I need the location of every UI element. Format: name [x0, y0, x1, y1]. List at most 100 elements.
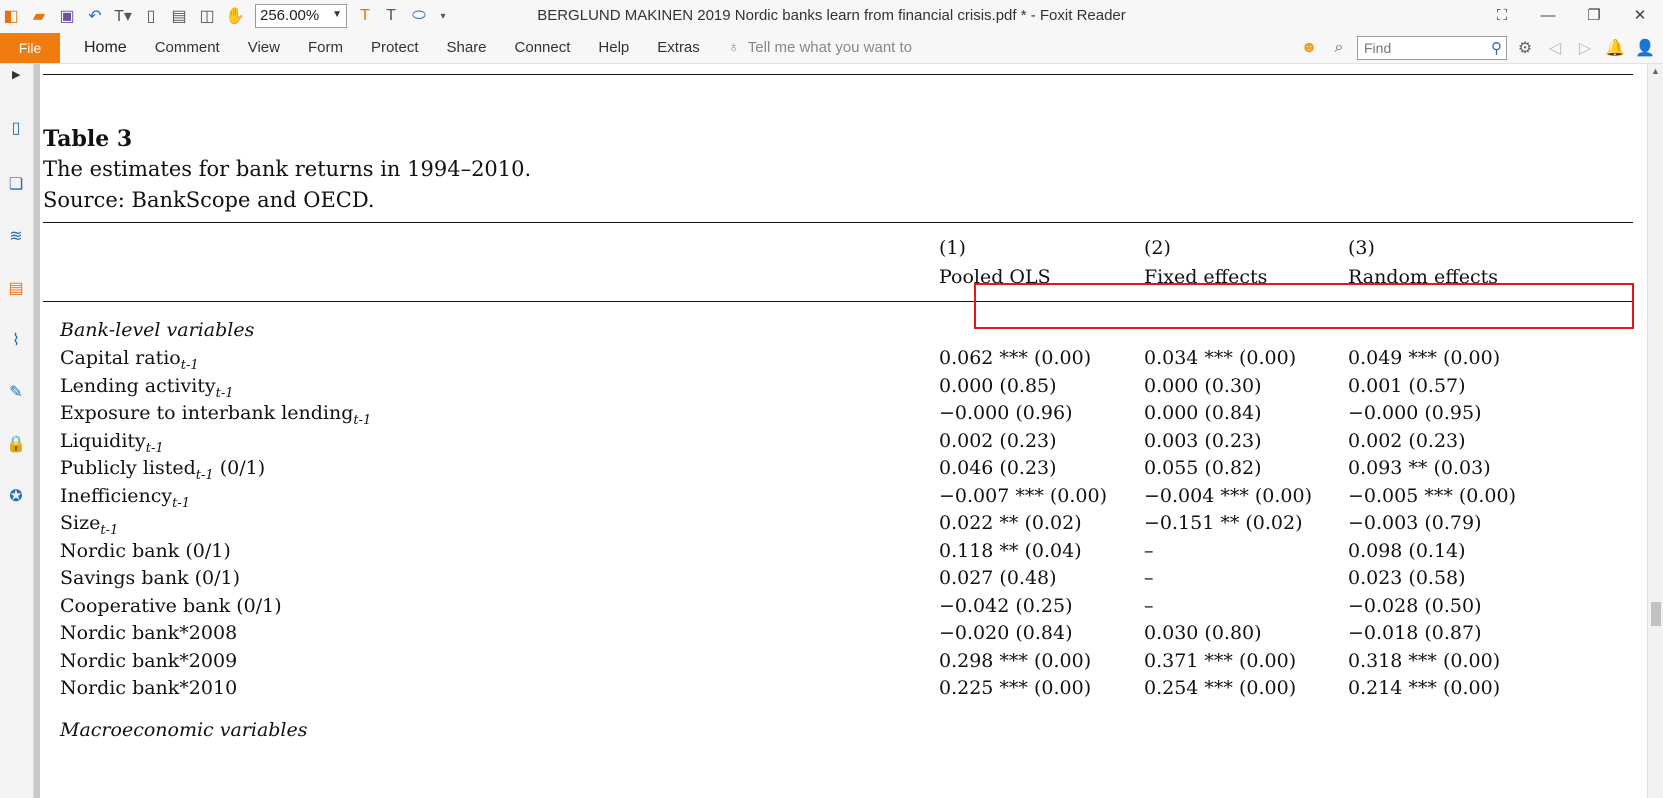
- window-title: BERGLUND MAKINEN 2019 Nordic banks learn…: [537, 7, 1126, 24]
- cell-column-3: 0.002 (0.23): [1348, 429, 1466, 452]
- next-icon[interactable]: ▷: [1573, 36, 1597, 60]
- save-icon[interactable]: ▣: [56, 5, 78, 27]
- find-options-icon[interactable]: ⌕: [1327, 36, 1351, 60]
- facing-pages-icon[interactable]: ◫: [196, 5, 218, 27]
- comments-icon[interactable]: ▤: [4, 276, 28, 300]
- bell-icon[interactable]: 🔔: [1603, 36, 1627, 60]
- cell-column-3: 0.023 (0.58): [1348, 567, 1466, 589]
- highlight-annotation-box[interactable]: [974, 283, 1634, 329]
- minimize-icon[interactable]: —: [1525, 0, 1571, 30]
- smiley-feedback-icon[interactable]: ☻: [1297, 36, 1321, 60]
- tab-home[interactable]: Home: [70, 33, 141, 63]
- typewriter-icon[interactable]: T: [354, 5, 376, 27]
- row-label: Publicly listedt-1 (0/1): [60, 457, 265, 483]
- document-page: Table 3 The estimates for bank returns i…: [40, 64, 1647, 798]
- top-rule: [43, 74, 1633, 75]
- cell-column-3: 0.093 ** (0.03): [1348, 457, 1491, 479]
- single-page-icon[interactable]: ▯: [140, 5, 162, 27]
- zoom-value: 256.00%: [260, 7, 320, 24]
- row-label-text: Lending activity: [60, 374, 216, 397]
- ribbon-display-icon[interactable]: ⛶: [1479, 0, 1525, 30]
- section-bank-level: Bank-level variables: [60, 319, 255, 341]
- tab-help[interactable]: Help: [584, 33, 643, 63]
- cell-column-2: 0.371 *** (0.00): [1144, 649, 1297, 672]
- column-3-number: (3): [1348, 237, 1375, 259]
- row-label: Inefficiencyt-1: [60, 485, 190, 511]
- row-label-text: Cooperative bank (0/1): [60, 594, 282, 617]
- cell-column-3: 0.001 (0.57): [1348, 374, 1466, 397]
- column-1-number: (1): [939, 237, 966, 259]
- cell-column-2: 0.055 (0.82): [1144, 457, 1262, 479]
- scroll-up-icon[interactable]: ▲: [1651, 66, 1660, 76]
- row-label: Nordic bank*2010: [60, 677, 237, 699]
- row-label: Nordic bank (0/1): [60, 540, 231, 562]
- table-row: Inefficiencyt-1 −0.007 *** (0.00) −0.004 *…: [60, 485, 1630, 513]
- select-text-icon[interactable]: T▾: [112, 5, 134, 27]
- restore-icon[interactable]: ❐: [1571, 0, 1617, 30]
- undo-icon[interactable]: ↶: [84, 5, 106, 27]
- attachments-icon[interactable]: ⌇: [4, 328, 28, 352]
- table-row: Liquidityt-1 0.002 (0.23) 0.003 (0.23) 0.00…: [60, 430, 1630, 458]
- row-label: Liquidityt-1: [60, 430, 164, 456]
- tab-comment[interactable]: Comment: [141, 33, 234, 63]
- row-label-text: Exposure to interbank lending: [60, 402, 354, 424]
- cell-column-2: 0.003 (0.23): [1144, 429, 1262, 452]
- cell-column-3: −0.005 *** (0.00): [1348, 484, 1517, 507]
- open-folder-icon[interactable]: ▰: [28, 5, 50, 27]
- cell-column-1: −0.007 *** (0.00): [939, 484, 1108, 507]
- cell-column-2: −0.004 *** (0.00): [1144, 484, 1313, 507]
- certificate-icon[interactable]: ✪: [4, 484, 28, 508]
- app-logo-icon: ◧: [3, 8, 19, 25]
- hand-tool-icon[interactable]: ✋: [224, 5, 246, 27]
- tab-extras[interactable]: Extras: [643, 33, 714, 63]
- search-icon[interactable]: ⚲: [1491, 39, 1502, 57]
- expand-panel-icon[interactable]: ▶: [12, 68, 20, 81]
- row-label: Savings bank (0/1): [60, 567, 240, 589]
- previous-icon[interactable]: ◁: [1543, 36, 1567, 60]
- row-label: Nordic bank*2008: [60, 622, 237, 644]
- ribbon-menu: File Home Comment View Form Protect Shar…: [0, 32, 1663, 64]
- bookmarks-icon[interactable]: ❏: [4, 172, 28, 196]
- cell-column-3: −0.018 (0.87): [1348, 622, 1482, 644]
- row-label-text: Nordic bank*2010: [60, 677, 238, 699]
- cell-column-2: 0.254 *** (0.00): [1144, 677, 1297, 699]
- customize-toolbar-icon[interactable]: ▾: [432, 5, 454, 27]
- table-row: Exposure to interbank lendingt-1 −0.000 (…: [60, 402, 1630, 430]
- layers-icon[interactable]: ≋: [4, 224, 28, 248]
- scrollbar-thumb[interactable]: [1651, 602, 1661, 626]
- row-label-text: Size: [60, 512, 101, 534]
- oval-tool-icon[interactable]: ⬭: [408, 5, 430, 27]
- gear-icon[interactable]: ⚙: [1513, 36, 1537, 60]
- tab-form[interactable]: Form: [294, 33, 357, 63]
- signatures-icon[interactable]: ✎: [4, 380, 28, 404]
- row-label-text: Capital ratio: [60, 347, 181, 369]
- close-icon[interactable]: ✕: [1617, 0, 1663, 30]
- right-toolbar: ☻ ⌕ Find ⚲ ⚙ ◁ ▷ 🔔 👤: [1297, 32, 1663, 64]
- cell-column-1: −0.000 (0.96): [939, 402, 1073, 424]
- find-input[interactable]: Find ⚲: [1357, 36, 1507, 60]
- tab-share[interactable]: Share: [433, 33, 501, 63]
- cell-column-1: 0.298 *** (0.00): [939, 649, 1092, 672]
- table-row: Capital ratiot-1 0.062 *** (0.00) 0.034 **…: [60, 347, 1630, 375]
- text-box-icon[interactable]: T: [380, 5, 402, 27]
- tab-protect[interactable]: Protect: [357, 33, 433, 63]
- tab-connect[interactable]: Connect: [501, 33, 585, 63]
- table-row: Savings bank (0/1) 0.027 (0.48) – 0.023 (0.…: [60, 567, 1630, 595]
- cell-column-1: 0.225 *** (0.00): [939, 677, 1092, 699]
- cell-column-3: 0.318 *** (0.00): [1348, 649, 1501, 672]
- tell-me-search[interactable]: ♁ Tell me what you want to: [728, 39, 912, 57]
- zoom-select[interactable]: 256.00% ▼: [255, 4, 347, 28]
- page-thumbnails-icon[interactable]: ▯: [4, 116, 28, 140]
- cell-column-2: 0.030 (0.80): [1144, 622, 1262, 644]
- cell-column-2: –: [1144, 594, 1154, 617]
- cell-column-3: 0.214 *** (0.00): [1348, 677, 1501, 699]
- continuous-page-icon[interactable]: ▤: [168, 5, 190, 27]
- user-avatar-icon[interactable]: 👤: [1633, 36, 1657, 60]
- column-2-number: (2): [1144, 237, 1171, 259]
- cell-column-1: 0.002 (0.23): [939, 429, 1057, 452]
- tab-view[interactable]: View: [234, 33, 294, 63]
- vertical-scrollbar[interactable]: ▲: [1647, 64, 1663, 798]
- security-lock-icon[interactable]: 🔒: [4, 432, 28, 456]
- file-tab[interactable]: File: [0, 32, 60, 63]
- header-top-rule: [43, 222, 1633, 223]
